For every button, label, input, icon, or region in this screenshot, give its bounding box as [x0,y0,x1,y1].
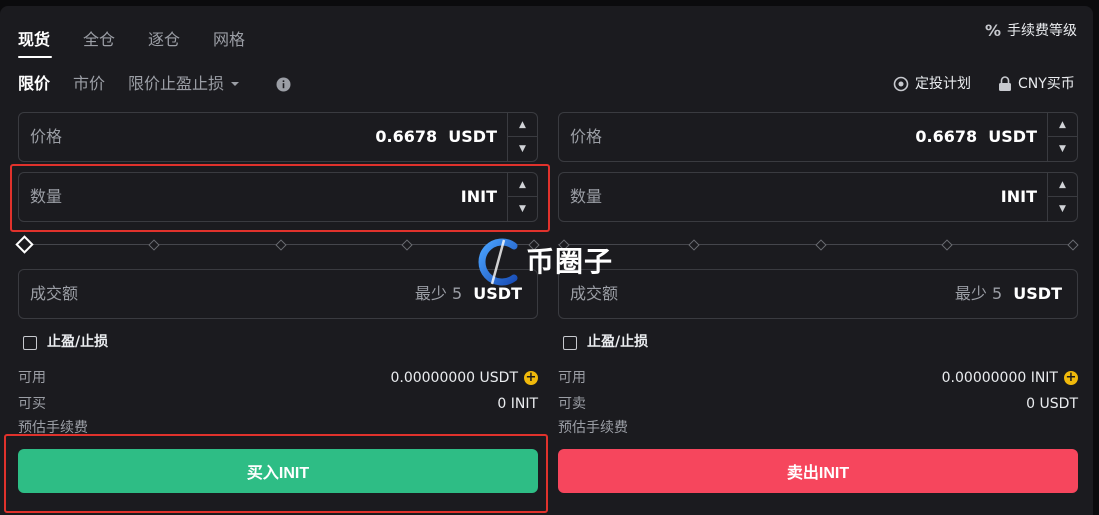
buy-available-value: 0.00000000 USDT + [390,369,538,387]
sell-price-label: 价格 [570,127,603,146]
target-icon [893,76,909,92]
slider-step-75[interactable] [941,239,953,251]
chevron-up-icon[interactable]: ▲ [508,113,537,137]
sell-quantity-stepper[interactable]: ▲ ▼ [1047,173,1077,221]
chevron-down-icon[interactable]: ▼ [1048,137,1077,161]
buy-price-unit: USDT [448,127,497,146]
info-icon[interactable] [276,77,291,92]
cny-buy-label: CNY买币 [1018,76,1075,92]
buy-price-value[interactable]: 0.6678 USDT [375,127,497,147]
watermark-text: 币圈子 [526,245,614,278]
sell-price-value[interactable]: 0.6678 USDT [915,127,1037,147]
plus-circle-icon[interactable]: + [1064,371,1078,385]
order-type-limit[interactable]: 限价 [18,74,50,94]
buy-amount-slider[interactable] [15,235,540,254]
order-type-stop-limit-label: 限价止盈止损 [128,74,225,93]
active-tab-indicator [18,56,52,58]
buy-tpsl-checkbox[interactable] [23,336,37,350]
chevron-down-icon[interactable]: ▼ [508,137,537,161]
slider-step-50[interactable] [275,239,287,251]
sell-price-number: 0.6678 [915,127,978,146]
slider-step-25[interactable] [688,239,700,251]
sell-total-field[interactable]: 成交额 最少 5 USDT [558,269,1078,319]
dca-plan-link[interactable]: 定投计划 [893,75,971,93]
sell-tpsl-label: 止盈/止损 [587,334,649,350]
tab-isolated-margin[interactable]: 逐仓 [148,30,180,50]
sell-max-label: 可卖 [558,396,586,412]
chevron-up-icon[interactable]: ▲ [1048,173,1077,197]
buy-total-min: 最少 5 [414,284,463,303]
sell-quantity-field[interactable]: 数量 INIT ▲ ▼ [558,172,1078,222]
buy-price-number: 0.6678 [375,127,438,146]
watermark-logo-icon [478,238,518,286]
slider-step-25[interactable] [148,239,160,251]
sell-tpsl-checkbox[interactable] [563,336,577,350]
slider-step-100[interactable] [1067,239,1079,251]
buy-price-label: 价格 [30,127,63,146]
percent-icon: % [984,21,1001,40]
sell-total-value: 最少 5 USDT [955,284,1062,304]
caret-down-icon [231,82,240,86]
buy-tpsl-label: 止盈/止损 [47,334,109,350]
highlight-box-buy-button [4,434,548,513]
tab-spot[interactable]: 现货 [18,30,50,50]
sell-price-stepper[interactable]: ▲ ▼ [1047,113,1077,161]
sell-available-label: 可用 [558,370,586,386]
order-type-market[interactable]: 市价 [73,74,105,94]
sell-amount-slider[interactable] [558,238,1079,252]
sell-fee-label: 预估手续费 [558,420,628,436]
highlight-box-quantity [10,164,550,232]
sell-quantity-label: 数量 [570,187,603,206]
sell-max-value: 0 USDT [1026,396,1078,412]
lock-icon [999,76,1011,91]
sell-quantity-unit: INIT [1000,187,1037,206]
buy-available-amount: 0.00000000 USDT [390,370,518,386]
slider-handle[interactable] [15,235,34,254]
sell-total-unit: USDT [1013,284,1062,303]
sell-total-min: 最少 5 [954,284,1003,303]
buy-max-label: 可买 [18,396,46,412]
sell-available-value: 0.00000000 INIT + [942,369,1078,387]
buy-total-field[interactable]: 成交额 最少 5 USDT [18,269,538,319]
sell-available-amount: 0.00000000 INIT [941,370,1058,386]
tab-cross-margin[interactable]: 全仓 [83,30,115,50]
slider-step-50[interactable] [815,239,827,251]
slider-step-75[interactable] [401,239,413,251]
buy-available-label: 可用 [18,370,46,386]
buy-price-stepper[interactable]: ▲ ▼ [507,113,537,161]
dca-plan-label: 定投计划 [915,76,971,92]
chevron-down-icon[interactable]: ▼ [1048,197,1077,221]
sell-button[interactable]: 卖出INIT [558,449,1078,493]
sell-price-unit: USDT [988,127,1037,146]
buy-max-value: 0 INIT [497,396,538,412]
plus-circle-icon[interactable]: + [524,371,538,385]
fee-level-label: 手续费等级 [1007,23,1077,39]
order-type-stop-limit[interactable]: 限价止盈止损 [128,74,240,94]
buy-price-field[interactable]: 价格 0.6678 USDT ▲ ▼ [18,112,538,162]
buy-total-label: 成交额 [30,284,79,303]
trade-panel: 现货 全仓 逐仓 网格 % 手续费等级 限价 市价 限价止盈止损 定投计划 CN… [0,6,1093,515]
sell-price-field[interactable]: 价格 0.6678 USDT ▲ ▼ [558,112,1078,162]
fee-level-link[interactable]: % 手续费等级 [985,22,1077,40]
cny-buy-link[interactable]: CNY买币 [998,75,1075,93]
tab-grid[interactable]: 网格 [213,30,245,50]
watermark: 币圈子 [474,236,613,288]
chevron-up-icon[interactable]: ▲ [1048,113,1077,137]
